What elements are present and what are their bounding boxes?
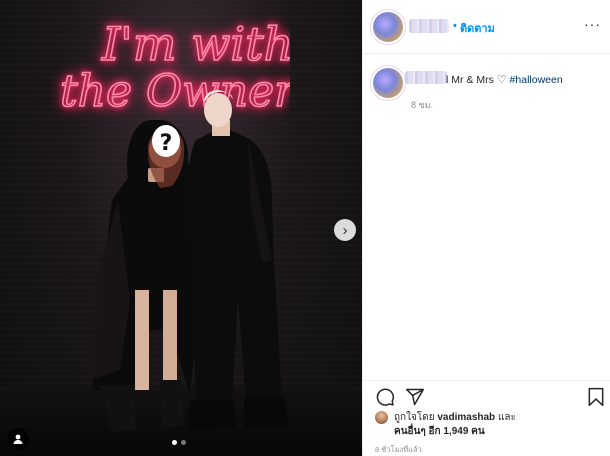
carousel-indicator: [172, 440, 186, 445]
liked-by-username[interactable]: vadimashab: [437, 412, 495, 423]
comment-button[interactable]: [375, 387, 395, 412]
comment-icon: [376, 388, 395, 406]
author-username-blurred[interactable]: [409, 19, 449, 33]
liked-by-and: และ: [497, 412, 516, 423]
liker-avatar[interactable]: [375, 411, 388, 424]
author-avatar[interactable]: [373, 12, 403, 42]
share-icon: [405, 388, 425, 406]
caption-author-avatar[interactable]: [373, 68, 403, 98]
next-media-button[interactable]: ›: [334, 219, 356, 241]
post-media[interactable]: I'm with the Owner ? ›: [0, 0, 362, 456]
couple-figures: ?: [90, 90, 290, 432]
chevron-right-icon: ›: [342, 221, 348, 239]
caption-timestamp: 8 ชม.: [411, 100, 434, 110]
share-button[interactable]: [405, 387, 425, 412]
post-side-panel: • ติดตาม ··· l Mr & Mrs ♡ #halloween 8 ช…: [362, 0, 610, 456]
liked-by-prefix: ถูกใจโดย: [394, 412, 435, 423]
post-header: • ติดตาม ···: [363, 0, 610, 54]
action-bar: [363, 380, 610, 410]
post-caption: l Mr & Mrs ♡ #halloween: [446, 73, 563, 86]
more-options-button[interactable]: ···: [584, 16, 601, 32]
woman-figure: ?: [90, 120, 200, 432]
likes-text: ถูกใจโดย vadimashab และ คนอื่นๆ อีก 1,94…: [394, 411, 516, 439]
bookmark-icon: [588, 387, 604, 407]
carousel-dot: [172, 440, 177, 445]
man-figure: [186, 90, 290, 430]
likes-summary: ถูกใจโดย vadimashab และ คนอื่นๆ อีก 1,94…: [375, 411, 516, 439]
caption-text: l Mr & Mrs: [446, 74, 494, 86]
face-question-mark: ?: [160, 131, 173, 156]
follow-button[interactable]: ติดตาม: [460, 19, 495, 37]
caption-username-blurred[interactable]: [405, 71, 447, 84]
separator-dot: •: [453, 20, 457, 32]
save-button[interactable]: [587, 387, 605, 412]
post-timestamp: 8 ชั่วโมงที่แล้ว: [375, 445, 422, 454]
user-tag-icon: [13, 434, 23, 444]
others-count-link[interactable]: คนอื่นๆ อีก 1,949 คน: [394, 426, 485, 437]
carousel-dot: [181, 440, 186, 445]
heart-emoji: ♡: [496, 74, 507, 86]
hashtag-link[interactable]: #halloween: [510, 74, 563, 86]
user-tags-button[interactable]: [7, 428, 29, 450]
